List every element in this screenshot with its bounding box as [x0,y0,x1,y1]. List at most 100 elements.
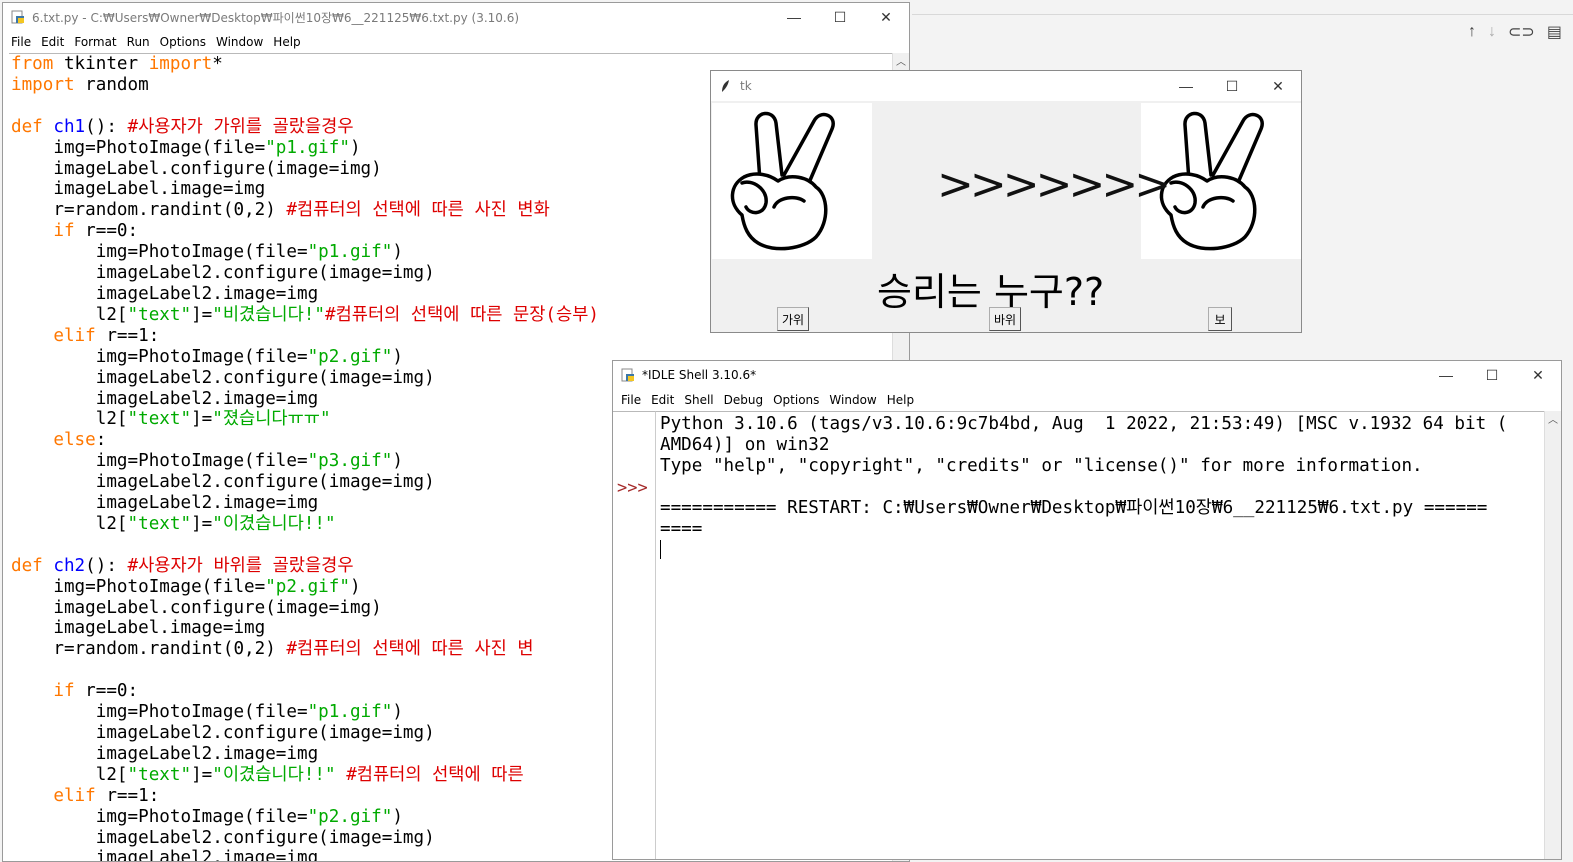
code-token: r=random.randint(0,2) [11,200,287,221]
tk-titlebar[interactable]: tk — ☐ ✕ [711,71,1301,101]
menu-debug[interactable]: Debug [724,393,763,407]
editor-titlebar[interactable]: 6.txt.py - C:₩Users₩Owner₩Desktop₩파이썬10장… [3,3,909,31]
code-token: imageLabel2.image=img [11,493,319,514]
link-icon[interactable]: ⊂⊃ [1508,22,1535,42]
shell-output[interactable]: Python 3.10.6 (tags/v3.10.6:9c7b4bd, Aug… [655,411,1545,859]
code-token: r==0: [74,221,139,242]
maximize-button[interactable]: ☐ [1469,361,1515,389]
paper-button[interactable]: 보 [1208,307,1232,331]
editor-menubar: File Edit Format Run Options Window Help [3,31,909,53]
user-choice-image [712,103,872,259]
code-token: img=PhotoImage(file= [11,806,308,827]
rock-button[interactable]: 바위 [989,307,1021,331]
menu-edit[interactable]: Edit [651,393,674,407]
python-file-icon [621,368,634,382]
code-token: import [148,54,213,74]
code-token: random [74,74,149,95]
menu-window[interactable]: Window [216,35,263,49]
menu-options[interactable]: Options [160,35,206,49]
code-token: l2[ [11,409,128,430]
menu-options[interactable]: Options [773,393,819,407]
code-token: r=random.randint(0,2) [11,639,287,660]
shell-text[interactable]: Python 3.10.6 (tags/v3.10.6:9c7b4bd, Aug… [656,412,1545,560]
menu-run[interactable]: Run [127,35,150,49]
minimize-button[interactable]: — [1163,71,1209,101]
code-token: ) [392,806,403,827]
menu-shell[interactable]: Shell [684,393,713,407]
idle-shell-window: *IDLE Shell 3.10.6* — ☐ ✕ File Edit Shel… [612,360,1562,860]
code-token: : [95,430,107,451]
code-token: ) [392,451,403,472]
code-token: imageLabel2.configure(image=img) [11,723,435,743]
code-token: imageLabel2.image=img [11,388,319,409]
menu-help[interactable]: Help [273,35,300,49]
code-token: "비겼습니다!" [212,304,325,325]
code-token: ]= [191,513,213,534]
code-token: img=PhotoImage(file= [11,451,308,472]
menu-edit[interactable]: Edit [41,35,64,49]
minimize-button[interactable]: — [1423,361,1469,389]
code-token: ]= [191,304,213,325]
code-token: "p2.gif" [307,346,393,367]
code-token: "p2.gif" [265,576,350,597]
text-cursor [660,539,661,559]
code-token: "p1.gif" [265,137,350,158]
close-button[interactable]: ✕ [1515,361,1561,389]
comment-icon[interactable]: ▤ [1547,22,1562,42]
code-token: img=PhotoImage(file= [11,702,308,723]
editor-title: 6.txt.py - C:₩Users₩Owner₩Desktop₩파이썬10장… [32,10,520,25]
shell-line: Type "help", "copyright", "credits" or "… [660,455,1423,476]
code-token: ) [392,242,403,263]
menu-file[interactable]: File [11,35,31,49]
code-token: img=PhotoImage(file= [11,346,308,367]
python-file-icon [11,10,24,24]
code-token: from [11,54,54,74]
code-token: "p3.gif" [307,451,393,472]
shell-title: *IDLE Shell 3.10.6* [642,368,757,382]
code-token: imageLabel2.configure(image=img) [11,827,435,848]
close-button[interactable]: ✕ [1255,71,1301,101]
scissors-button[interactable]: 가위 [777,307,809,331]
shell-scrollbar[interactable]: ︿ [1544,411,1561,859]
code-token: img=PhotoImage(file= [11,242,308,263]
scroll-up-icon[interactable]: ︿ [1545,411,1561,427]
prompt-sidebar: >>> [613,411,655,859]
shell-menubar: File Edit Shell Debug Options Window Hel… [613,389,1561,411]
code-token: "p2.gif" [307,806,393,827]
code-token: "text" [127,409,192,430]
code-token: if [53,681,75,702]
scroll-up-icon[interactable]: ︿ [893,53,909,69]
shell-prompt: >>> [617,478,648,498]
code-token: l2[ [11,513,128,534]
menu-format[interactable]: Format [74,35,116,49]
code-token: (): [85,116,128,137]
minimize-button[interactable]: — [771,3,817,31]
code-token: imageLabel2.image=img [11,848,319,862]
code-token: def [11,116,43,137]
shell-line: Python 3.10.6 (tags/v3.10.6:9c7b4bd, Aug… [660,414,1508,434]
menu-window[interactable]: Window [829,393,876,407]
shell-titlebar[interactable]: *IDLE Shell 3.10.6* — ☐ ✕ [613,361,1561,389]
tk-window: tk — ☐ ✕ >>>>>>> 승리는 누구?? 가위 바위 보 [710,70,1302,333]
code-token: ch2 [53,555,86,576]
maximize-button[interactable]: ☐ [1209,71,1255,101]
code-token: ch1 [53,116,86,137]
arrow-up-icon[interactable]: ↑ [1468,23,1476,41]
close-button[interactable]: ✕ [863,3,909,31]
menu-help[interactable]: Help [887,393,914,407]
code-token: r==0: [74,681,139,702]
arrow-down-icon[interactable]: ↓ [1488,23,1496,41]
vs-arrows: >>>>>>> [937,159,1171,210]
code-token: ]= [191,764,213,785]
code-token: imageLabel2.configure(image=img) [11,367,435,388]
code-token: imageLabel2.image=img [11,743,319,764]
menu-file[interactable]: File [621,393,641,407]
code-token: imageLabel.configure(image=img) [11,158,382,179]
feather-icon [722,80,729,92]
maximize-button[interactable]: ☐ [817,3,863,31]
code-token: l2[ [11,764,128,785]
code-token: img=PhotoImage(file= [11,576,266,597]
